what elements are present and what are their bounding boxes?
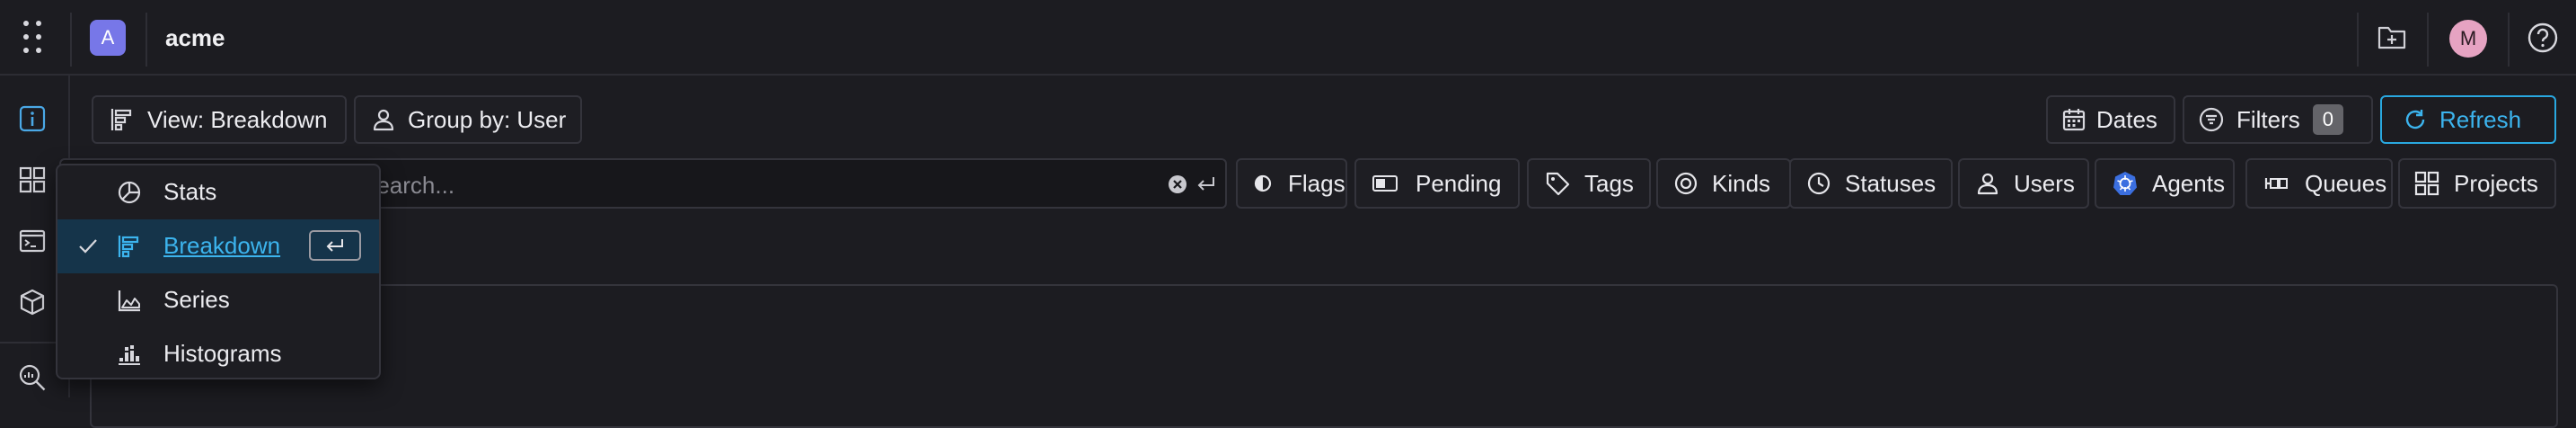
help-icon[interactable] — [2527, 22, 2559, 54]
flags-filter-label: Flags — [1288, 169, 1345, 197]
user-avatar[interactable]: M — [2449, 20, 2487, 58]
filters-button[interactable]: Filters 0 — [2183, 95, 2373, 144]
view-option-histograms[interactable]: Histograms — [57, 327, 379, 381]
terminal-icon[interactable] — [16, 225, 49, 257]
app-menu-icon[interactable] — [22, 20, 45, 54]
user-icon — [372, 108, 395, 131]
tags-filter-label: Tags — [1584, 169, 1634, 197]
search-input[interactable] — [359, 169, 1171, 201]
statuses-filter-chip[interactable]: Statuses — [1789, 158, 1953, 209]
breakdown-icon — [117, 234, 142, 259]
kinds-filter-chip[interactable]: Kinds — [1656, 158, 1791, 209]
clock-icon — [1807, 172, 1831, 195]
flags-filter-chip[interactable]: Flags — [1236, 158, 1347, 209]
refresh-label: Refresh — [2439, 105, 2522, 133]
queues-filter-label: Queues — [2305, 169, 2387, 197]
projects-grid-icon — [2414, 171, 2439, 196]
new-folder-icon[interactable] — [2378, 24, 2406, 49]
org-avatar[interactable]: A — [90, 20, 126, 56]
flag-icon — [1254, 174, 1272, 192]
view-option-label: Histograms — [163, 340, 282, 367]
view-selector-button[interactable]: View: Breakdown — [92, 95, 347, 144]
statuses-filter-label: Statuses — [1845, 169, 1936, 197]
package-icon[interactable] — [16, 286, 49, 318]
tags-filter-chip[interactable]: Tags — [1527, 158, 1651, 209]
users-filter-chip[interactable]: Users — [1958, 158, 2089, 209]
queues-filter-chip[interactable]: Queues — [2245, 158, 2393, 209]
pending-toggle-icon — [1372, 175, 1398, 192]
clear-search-icon[interactable] — [1168, 174, 1187, 194]
kinds-filter-label: Kinds — [1712, 169, 1771, 197]
search-analytics-icon[interactable] — [16, 361, 49, 394]
org-name[interactable]: acme — [165, 24, 225, 52]
group-by-button[interactable]: Group by: User — [354, 95, 582, 144]
top-header: A acme M — [0, 0, 2576, 76]
projects-filter-label: Projects — [2454, 169, 2538, 197]
view-option-label: Stats — [163, 178, 217, 205]
dates-button[interactable]: Dates — [2046, 95, 2175, 144]
view-option-breakdown[interactable]: Breakdown — [57, 219, 379, 273]
dates-label: Dates — [2096, 105, 2157, 133]
info-icon[interactable] — [16, 103, 49, 135]
filters-label: Filters — [2236, 105, 2300, 133]
group-by-label: Group by: User — [408, 105, 567, 133]
checkmark-icon — [77, 236, 99, 257]
projects-filter-chip[interactable]: Projects — [2398, 158, 2556, 209]
view-option-series[interactable]: Series — [57, 273, 379, 327]
refresh-button[interactable]: Refresh — [2380, 95, 2556, 144]
agents-filter-label: Agents — [2152, 169, 2225, 197]
users-filter-label: Users — [2014, 169, 2075, 197]
header-divider — [70, 13, 72, 67]
header-divider — [2357, 13, 2359, 67]
filters-count-badge: 0 — [2312, 104, 2344, 135]
tag-icon — [1545, 171, 1570, 196]
filter-icon — [2199, 107, 2224, 132]
users-icon — [1976, 172, 1999, 195]
queues-icon — [2263, 173, 2290, 194]
agents-filter-chip[interactable]: Agents — [2095, 158, 2235, 209]
view-option-label: Breakdown — [163, 232, 281, 259]
view-option-stats[interactable]: Stats — [57, 165, 379, 219]
pending-filter-label: Pending — [1416, 169, 1502, 197]
histogram-icon — [117, 342, 142, 367]
header-divider — [146, 13, 147, 67]
breakdown-panel — [90, 284, 2558, 428]
header-divider — [2508, 13, 2510, 67]
enter-key-icon — [309, 230, 361, 261]
header-divider — [2427, 13, 2429, 67]
calendar-icon — [2062, 108, 2086, 131]
view-dropdown-menu: Stats Breakdown Series Histograms — [56, 164, 381, 379]
kubernetes-icon — [2113, 171, 2138, 196]
breakdown-icon — [110, 107, 135, 132]
area-chart-icon — [117, 288, 142, 313]
enter-key-icon — [1196, 175, 1216, 193]
view-selector-label: View: Breakdown — [147, 105, 328, 133]
dashboard-grid-icon[interactable] — [16, 164, 49, 196]
refresh-icon — [2404, 108, 2427, 131]
pie-chart-icon — [117, 180, 142, 205]
pending-filter-chip[interactable]: Pending — [1354, 158, 1520, 209]
view-option-label: Series — [163, 286, 230, 313]
kinds-icon — [1674, 172, 1698, 195]
